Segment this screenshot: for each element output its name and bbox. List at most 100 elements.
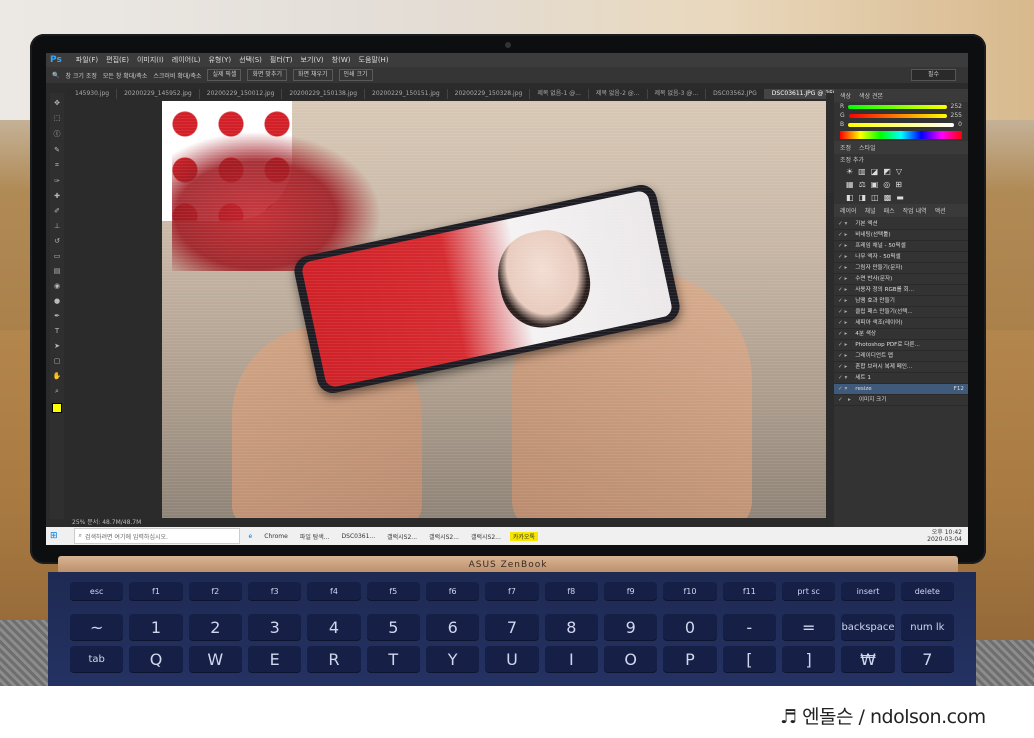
key-y[interactable]: Y — [425, 646, 480, 672]
menu-edit[interactable]: 편집(E) — [106, 55, 129, 65]
key-minus[interactable]: - — [722, 614, 776, 640]
action-row[interactable]: ✓ ▾ 세트 1 — [834, 373, 968, 384]
history-brush-icon[interactable]: ↺ — [54, 237, 60, 245]
doc-tab[interactable]: 20200229_145952.jpg — [117, 89, 200, 99]
menu-layer[interactable]: 레이어(L) — [172, 55, 201, 65]
doc-tab[interactable]: 제목 없음-1 @... — [530, 89, 589, 99]
channel-value[interactable]: 255 — [951, 112, 962, 119]
heal-tool-icon[interactable]: ✚ — [54, 192, 60, 200]
action-row[interactable]: ✓ ▸ 이미지 크기 — [834, 395, 968, 406]
taskbar-app[interactable]: 갤럭시S2... — [426, 532, 462, 541]
hand-tool-icon[interactable]: ✋ — [53, 372, 62, 380]
pen-tool-icon[interactable]: ✒ — [54, 312, 60, 320]
mixer-icon[interactable]: ⊞ — [895, 180, 902, 189]
action-row[interactable]: ✓ ▾ resize F12 — [834, 384, 968, 395]
key-tab[interactable]: tab — [70, 646, 124, 672]
key-f2[interactable]: f2 — [188, 582, 242, 600]
levels-icon[interactable]: ▥ — [858, 167, 866, 176]
key-numlock[interactable]: num lk — [900, 614, 954, 640]
tab-styles[interactable]: 스타일 — [859, 143, 876, 152]
taskbar-photoshop[interactable]: DSC0361... — [339, 533, 379, 540]
key-f11[interactable]: f11 — [722, 582, 776, 600]
action-row[interactable]: ✓ ▸ Photoshop PDF로 다른... — [834, 340, 968, 351]
key-esc[interactable]: esc — [70, 582, 124, 600]
fill-screen-button[interactable]: 화면 채우기 — [293, 69, 333, 81]
taskbar-app[interactable]: 갤럭시S2... — [384, 532, 420, 541]
taskbar-chrome[interactable]: Chrome — [261, 533, 291, 540]
tab-color[interactable]: 색상 — [840, 91, 851, 100]
channel-value[interactable]: 0 — [958, 121, 962, 128]
exposure-icon[interactable]: ◩ — [883, 167, 891, 176]
key-f7[interactable]: f7 — [485, 582, 539, 600]
key-8[interactable]: 8 — [544, 614, 598, 640]
dodge-tool-icon[interactable]: ● — [54, 297, 60, 305]
opt-resize-windows[interactable]: 창 크기 조정 — [65, 71, 96, 80]
type-tool-icon[interactable]: T — [55, 327, 59, 335]
eyedropper-tool-icon[interactable]: ✑ — [54, 177, 60, 185]
green-slider[interactable] — [848, 113, 947, 118]
doc-tab[interactable]: DSC03562.JPG — [706, 89, 765, 99]
marquee-tool-icon[interactable]: ⬚ — [54, 114, 61, 122]
channel-value[interactable]: 252 — [951, 103, 962, 110]
crop-tool-icon[interactable]: ⌗ — [55, 161, 59, 170]
path-select-icon[interactable]: ➤ — [54, 342, 60, 350]
zoom-icon[interactable]: 🔍 — [52, 72, 59, 79]
key-r[interactable]: R — [307, 646, 361, 672]
key-lbracket[interactable]: [ — [722, 646, 776, 672]
key-0[interactable]: 0 — [663, 614, 717, 640]
key-2[interactable]: 2 — [188, 614, 242, 640]
tab-channels[interactable]: 채널 — [865, 206, 876, 215]
key-f9[interactable]: f9 — [603, 582, 658, 600]
key-3[interactable]: 3 — [247, 614, 302, 640]
menu-help[interactable]: 도움말(H) — [359, 55, 389, 65]
menu-filter[interactable]: 필터(T) — [270, 55, 293, 65]
key-4[interactable]: 4 — [307, 614, 361, 640]
key-7[interactable]: 7 — [485, 614, 539, 640]
doc-tab[interactable]: 20200229_150138.jpg — [282, 89, 366, 99]
key-backspace[interactable]: backspace — [841, 614, 895, 640]
eraser-tool-icon[interactable]: ▭ — [54, 252, 61, 260]
posterize-icon[interactable]: ◨ — [859, 193, 867, 202]
key-6[interactable]: 6 — [425, 614, 480, 640]
print-size-button[interactable]: 인쇄 크기 — [338, 69, 373, 81]
key-num7[interactable]: 7 — [900, 646, 954, 672]
key-won[interactable]: ₩ — [841, 646, 895, 672]
menu-view[interactable]: 보기(V) — [301, 55, 324, 65]
action-row[interactable]: ✓ ▸ 수면 반사(문자) — [834, 274, 968, 285]
key-f1[interactable]: f1 — [129, 582, 183, 600]
action-row[interactable]: ✓ ▸ 사용자 정의 RGB를 회... — [834, 285, 968, 296]
fit-screen-button[interactable]: 화면 맞추기 — [247, 69, 287, 81]
key-f4[interactable]: f4 — [307, 582, 361, 600]
key-f10[interactable]: f10 — [663, 582, 717, 600]
action-row[interactable]: ✓ ▸ 4분 색상 — [834, 329, 968, 340]
action-row[interactable]: ✓ ▸ 세피아 색조(레이어) — [834, 318, 968, 329]
lasso-tool-icon[interactable]: ⓛ — [54, 129, 61, 139]
action-row[interactable]: ✓ ▸ 그레이디언트 맵 — [834, 351, 968, 362]
opt-zoom-all[interactable]: 모든 창 확대/축소 — [103, 71, 147, 80]
action-row[interactable]: ✓ ▸ 그림자 만들기(문자) — [834, 263, 968, 274]
tab-swatches[interactable]: 색상 견본 — [859, 91, 883, 100]
tab-history[interactable]: 작업 내역 — [903, 206, 927, 215]
ps-canvas[interactable] — [162, 101, 826, 518]
zoom-tool-icon[interactable]: ⌕ — [55, 387, 59, 396]
action-row[interactable]: ✓ ▸ 프레임 채널 - 50픽셀 — [834, 241, 968, 252]
vibrance-icon[interactable]: ▽ — [896, 167, 902, 176]
blur-tool-icon[interactable]: ◉ — [54, 282, 60, 290]
doc-tab[interactable]: 20200229_150328.jpg — [448, 89, 531, 99]
action-row[interactable]: ✓ ▸ 혼합 브러시 복제 페인... — [834, 362, 968, 373]
doc-tab[interactable]: 20200229_150012.jpg — [200, 89, 283, 99]
key-rbracket[interactable]: ] — [781, 646, 836, 672]
action-row[interactable]: ✓ ▸ 클립 패스 만들기(선택... — [834, 307, 968, 318]
key-f5[interactable]: f5 — [366, 582, 420, 600]
edge-icon[interactable]: e — [246, 533, 256, 540]
actual-pixels-button[interactable]: 실제 픽셀 — [207, 69, 242, 81]
key-t[interactable]: T — [366, 646, 420, 672]
doc-tab[interactable]: 145930.jpg — [68, 89, 118, 99]
threshold-icon[interactable]: ◫ — [871, 193, 879, 202]
key-5[interactable]: 5 — [366, 614, 420, 640]
red-slider[interactable] — [848, 104, 947, 109]
key-u[interactable]: U — [485, 646, 539, 672]
action-row[interactable]: ✓ ▸ 남땜 효과 만들기 — [834, 296, 968, 307]
menu-select[interactable]: 선택(S) — [239, 55, 262, 65]
gradient-map-icon[interactable]: ▬ — [896, 193, 904, 202]
